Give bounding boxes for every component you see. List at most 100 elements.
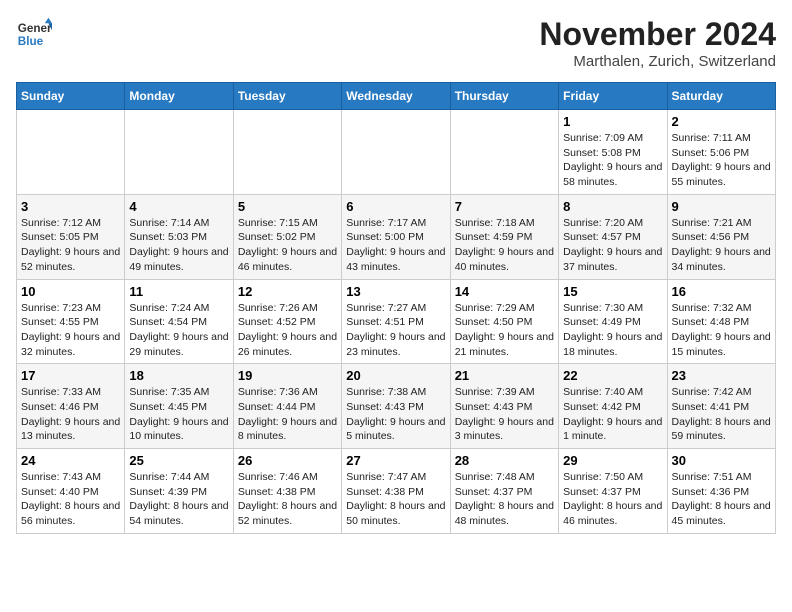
day-info: Sunrise: 7:29 AM Sunset: 4:50 PM Dayligh…	[455, 301, 554, 360]
logo: General Blue	[16, 16, 52, 52]
calendar-cell: 24 Sunrise: 7:43 AM Sunset: 4:40 PM Dayli…	[17, 449, 125, 534]
day-info: Sunrise: 7:43 AM Sunset: 4:40 PM Dayligh…	[21, 470, 120, 529]
weekday-header-saturday: Saturday	[667, 83, 775, 110]
day-number: 17	[21, 368, 120, 383]
calendar-cell: 29 Sunrise: 7:50 AM Sunset: 4:37 PM Dayli…	[559, 449, 667, 534]
weekday-header-tuesday: Tuesday	[233, 83, 341, 110]
day-number: 30	[672, 453, 771, 468]
day-number: 4	[129, 199, 228, 214]
day-info: Sunrise: 7:40 AM Sunset: 4:42 PM Dayligh…	[563, 385, 662, 444]
weekday-header-monday: Monday	[125, 83, 233, 110]
day-info: Sunrise: 7:26 AM Sunset: 4:52 PM Dayligh…	[238, 301, 337, 360]
calendar-cell: 23 Sunrise: 7:42 AM Sunset: 4:41 PM Dayli…	[667, 364, 775, 449]
day-info: Sunrise: 7:12 AM Sunset: 5:05 PM Dayligh…	[21, 216, 120, 275]
week-row-5: 24 Sunrise: 7:43 AM Sunset: 4:40 PM Dayli…	[17, 449, 776, 534]
weekday-header-wednesday: Wednesday	[342, 83, 450, 110]
calendar-cell: 7 Sunrise: 7:18 AM Sunset: 4:59 PM Daylig…	[450, 194, 558, 279]
week-row-4: 17 Sunrise: 7:33 AM Sunset: 4:46 PM Dayli…	[17, 364, 776, 449]
calendar-cell	[450, 110, 558, 195]
week-row-2: 3 Sunrise: 7:12 AM Sunset: 5:05 PM Daylig…	[17, 194, 776, 279]
day-number: 13	[346, 284, 445, 299]
calendar-cell: 15 Sunrise: 7:30 AM Sunset: 4:49 PM Dayli…	[559, 279, 667, 364]
weekday-header-friday: Friday	[559, 83, 667, 110]
day-number: 27	[346, 453, 445, 468]
location-title: Marthalen, Zurich, Switzerland	[539, 53, 776, 70]
week-row-1: 1 Sunrise: 7:09 AM Sunset: 5:08 PM Daylig…	[17, 110, 776, 195]
day-number: 1	[563, 114, 662, 129]
day-info: Sunrise: 7:33 AM Sunset: 4:46 PM Dayligh…	[21, 385, 120, 444]
page-header: General Blue November 2024 Marthalen, Zu…	[16, 16, 776, 70]
day-number: 19	[238, 368, 337, 383]
day-info: Sunrise: 7:14 AM Sunset: 5:03 PM Dayligh…	[129, 216, 228, 275]
calendar-cell: 30Sunrise: 7:51 AM Sunset: 4:36 PM Dayli…	[667, 449, 775, 534]
day-number: 12	[238, 284, 337, 299]
calendar-cell: 26Sunrise: 7:46 AM Sunset: 4:38 PM Dayli…	[233, 449, 341, 534]
day-number: 15	[563, 284, 662, 299]
calendar-cell: 3 Sunrise: 7:12 AM Sunset: 5:05 PM Daylig…	[17, 194, 125, 279]
calendar-cell: 5 Sunrise: 7:15 AM Sunset: 5:02 PM Daylig…	[233, 194, 341, 279]
day-info: Sunrise: 7:32 AM Sunset: 4:48 PM Dayligh…	[672, 301, 771, 360]
day-number: 11	[129, 284, 228, 299]
day-info: Sunrise: 7:30 AM Sunset: 4:49 PM Dayligh…	[563, 301, 662, 360]
calendar-cell: 12 Sunrise: 7:26 AM Sunset: 4:52 PM Dayli…	[233, 279, 341, 364]
day-info: Sunrise: 7:23 AM Sunset: 4:55 PM Dayligh…	[21, 301, 120, 360]
day-number: 14	[455, 284, 554, 299]
day-info: Sunrise: 7:44 AM Sunset: 4:39 PM Dayligh…	[129, 470, 228, 529]
calendar-cell	[233, 110, 341, 195]
calendar-cell: 9Sunrise: 7:21 AM Sunset: 4:56 PM Daylig…	[667, 194, 775, 279]
day-info: Sunrise: 7:38 AM Sunset: 4:43 PM Dayligh…	[346, 385, 445, 444]
calendar-table: SundayMondayTuesdayWednesdayThursdayFrid…	[16, 82, 776, 534]
weekday-header-row: SundayMondayTuesdayWednesdayThursdayFrid…	[17, 83, 776, 110]
day-info: Sunrise: 7:09 AM Sunset: 5:08 PM Dayligh…	[563, 131, 662, 190]
day-number: 3	[21, 199, 120, 214]
calendar-cell: 18Sunrise: 7:35 AM Sunset: 4:45 PM Dayli…	[125, 364, 233, 449]
day-number: 5	[238, 199, 337, 214]
day-number: 7	[455, 199, 554, 214]
day-number: 22	[563, 368, 662, 383]
title-section: November 2024 Marthalen, Zurich, Switzer…	[539, 16, 776, 70]
calendar-cell	[125, 110, 233, 195]
calendar-cell: 14 Sunrise: 7:29 AM Sunset: 4:50 PM Dayli…	[450, 279, 558, 364]
day-number: 16	[672, 284, 771, 299]
svg-text:Blue: Blue	[18, 35, 44, 48]
day-number: 23	[672, 368, 771, 383]
day-number: 6	[346, 199, 445, 214]
day-number: 24	[21, 453, 120, 468]
day-info: Sunrise: 7:20 AM Sunset: 4:57 PM Dayligh…	[563, 216, 662, 275]
day-info: Sunrise: 7:47 AM Sunset: 4:38 PM Dayligh…	[346, 470, 445, 529]
calendar-body: 1 Sunrise: 7:09 AM Sunset: 5:08 PM Daylig…	[17, 110, 776, 534]
calendar-cell: 2 Sunrise: 7:11 AM Sunset: 5:06 PM Daylig…	[667, 110, 775, 195]
day-info: Sunrise: 7:18 AM Sunset: 4:59 PM Dayligh…	[455, 216, 554, 275]
calendar-cell: 28Sunrise: 7:48 AM Sunset: 4:37 PM Dayli…	[450, 449, 558, 534]
day-info: Sunrise: 7:42 AM Sunset: 4:41 PM Dayligh…	[672, 385, 771, 444]
calendar-cell	[342, 110, 450, 195]
day-number: 2	[672, 114, 771, 129]
calendar-cell: 10Sunrise: 7:23 AM Sunset: 4:55 PM Dayli…	[17, 279, 125, 364]
calendar-cell: 8 Sunrise: 7:20 AM Sunset: 4:57 PM Daylig…	[559, 194, 667, 279]
day-number: 29	[563, 453, 662, 468]
calendar-cell: 16 Sunrise: 7:32 AM Sunset: 4:48 PM Dayli…	[667, 279, 775, 364]
day-number: 8	[563, 199, 662, 214]
day-info: Sunrise: 7:48 AM Sunset: 4:37 PM Dayligh…	[455, 470, 554, 529]
calendar-cell: 21Sunrise: 7:39 AM Sunset: 4:43 PM Dayli…	[450, 364, 558, 449]
day-info: Sunrise: 7:36 AM Sunset: 4:44 PM Dayligh…	[238, 385, 337, 444]
calendar-cell: 19 Sunrise: 7:36 AM Sunset: 4:44 PM Dayli…	[233, 364, 341, 449]
month-title: November 2024	[539, 16, 776, 53]
calendar-cell: 6 Sunrise: 7:17 AM Sunset: 5:00 PM Daylig…	[342, 194, 450, 279]
day-info: Sunrise: 7:15 AM Sunset: 5:02 PM Dayligh…	[238, 216, 337, 275]
day-info: Sunrise: 7:46 AM Sunset: 4:38 PM Dayligh…	[238, 470, 337, 529]
calendar-cell: 22 Sunrise: 7:40 AM Sunset: 4:42 PM Dayli…	[559, 364, 667, 449]
day-info: Sunrise: 7:50 AM Sunset: 4:37 PM Dayligh…	[563, 470, 662, 529]
day-info: Sunrise: 7:17 AM Sunset: 5:00 PM Dayligh…	[346, 216, 445, 275]
calendar-cell: 27 Sunrise: 7:47 AM Sunset: 4:38 PM Dayli…	[342, 449, 450, 534]
week-row-3: 10Sunrise: 7:23 AM Sunset: 4:55 PM Dayli…	[17, 279, 776, 364]
day-info: Sunrise: 7:11 AM Sunset: 5:06 PM Dayligh…	[672, 131, 771, 190]
day-info: Sunrise: 7:39 AM Sunset: 4:43 PM Dayligh…	[455, 385, 554, 444]
calendar-cell	[17, 110, 125, 195]
weekday-header-sunday: Sunday	[17, 83, 125, 110]
day-info: Sunrise: 7:27 AM Sunset: 4:51 PM Dayligh…	[346, 301, 445, 360]
day-number: 9	[672, 199, 771, 214]
calendar-cell: 13 Sunrise: 7:27 AM Sunset: 4:51 PM Dayli…	[342, 279, 450, 364]
calendar-cell: 4 Sunrise: 7:14 AM Sunset: 5:03 PM Daylig…	[125, 194, 233, 279]
calendar-cell: 20Sunrise: 7:38 AM Sunset: 4:43 PM Dayli…	[342, 364, 450, 449]
